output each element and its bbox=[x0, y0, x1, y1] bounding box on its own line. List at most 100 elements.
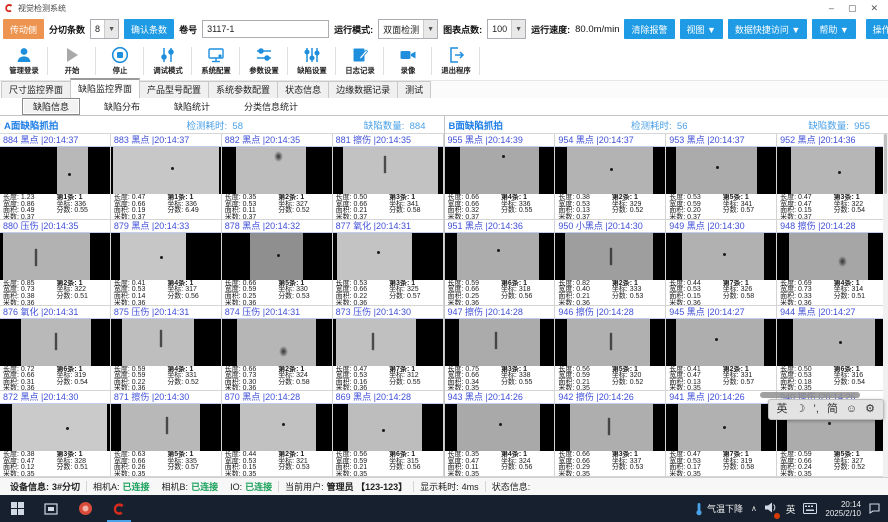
defect-cell[interactable]: 882 黑点 |20:14:35长度: 0.35宽度: 0.53面积: 0.11… bbox=[222, 134, 333, 220]
defect-cell[interactable]: 955 黑点 |20:14:39长度: 0.66宽度: 0.66面积: 0.32… bbox=[445, 134, 556, 220]
defect-cell[interactable]: 946 擦伤 |20:14:28长度: 0.56宽度: 0.59面积: 0.21… bbox=[555, 306, 666, 392]
touch-keyboard-icon[interactable] bbox=[803, 503, 817, 514]
start-button[interactable] bbox=[0, 495, 34, 522]
defect-cell[interactable]: 942 擦伤 |20:14:26长度: 0.66宽度: 0.66面积: 0.29… bbox=[555, 391, 666, 477]
main-tab-6[interactable]: 测试 bbox=[397, 81, 431, 98]
drive-side-button[interactable]: 传动侧 bbox=[3, 19, 44, 39]
ime-moon-icon[interactable]: ☽ bbox=[796, 400, 806, 419]
ime-toolbar[interactable]: 英 ☽ ’, 简 ☺ ⚙ bbox=[768, 399, 884, 420]
clock[interactable]: 20:142025/2/10 bbox=[825, 500, 861, 518]
defect-image bbox=[445, 319, 555, 366]
defect-cell[interactable]: 948 擦伤 |20:14:28长度: 0.69宽度: 0.73面积: 0.33… bbox=[777, 220, 888, 306]
defect-cell[interactable]: 877 氧化 |20:14:31长度: 0.53宽度: 0.66面积: 0.22… bbox=[333, 220, 444, 306]
defect-cell[interactable]: 880 压伤 |20:14:35长度: 0.85宽度: 0.73面积: 0.38… bbox=[0, 220, 111, 306]
param-settings-button[interactable]: 参数设置 bbox=[240, 42, 287, 80]
panel-b-title: B面缺陷抓拍 bbox=[445, 118, 599, 132]
start-button[interactable]: 开始 bbox=[48, 42, 95, 80]
defect-cell[interactable]: 953 黑点 |20:14:37长度: 0.53宽度: 0.59面积: 0.20… bbox=[666, 134, 777, 220]
ime-settings-icon[interactable]: ⚙ bbox=[865, 400, 875, 419]
minimize-button[interactable]: – bbox=[829, 0, 834, 16]
defect-cell[interactable]: 870 黑点 |20:14:28长度: 0.44宽度: 0.53面积: 0.15… bbox=[222, 391, 333, 477]
defect-image bbox=[555, 319, 665, 366]
view-menu-button[interactable]: 视图 ▼ bbox=[680, 19, 723, 39]
icon-toolbar-label: 系统配置 bbox=[201, 65, 230, 75]
operator-side-button[interactable]: 操作侧 bbox=[866, 19, 888, 39]
defect-cell[interactable]: 945 黑点 |20:14:27长度: 0.41宽度: 0.47面积: 0.13… bbox=[666, 306, 777, 392]
exit-button[interactable]: 退出程序 bbox=[432, 42, 479, 80]
defect-cell[interactable]: 950 小黑点 |20:14:30长度: 0.82宽度: 0.40面积: 0.2… bbox=[555, 220, 666, 306]
main-tab-0[interactable]: 尺寸监控界面 bbox=[1, 81, 71, 98]
meta-score: 分数: 6.49 bbox=[167, 208, 220, 215]
defect-mark bbox=[160, 330, 162, 347]
defect-cell[interactable]: 944 黑点 |20:14:27长度: 0.50宽度: 0.53面积: 0.18… bbox=[777, 306, 888, 392]
defect-cell[interactable]: 873 压伤 |20:14:30长度: 0.47宽度: 0.53面积: 0.16… bbox=[333, 306, 444, 392]
help-menu-button[interactable]: 帮助 ▼ bbox=[812, 19, 855, 39]
clear-alarm-button[interactable]: 清除报警 bbox=[624, 19, 674, 39]
system-config-button[interactable]: 系统配置 bbox=[192, 42, 239, 80]
meta-score: 分数: 0.53 bbox=[278, 465, 331, 472]
input-language-indicator[interactable]: 英 bbox=[786, 502, 796, 516]
defect-cell[interactable]: 954 黑点 |20:14:37长度: 0.38宽度: 0.53面积: 0.13… bbox=[555, 134, 666, 220]
task-view-button[interactable] bbox=[34, 495, 68, 522]
browser-app-icon[interactable] bbox=[68, 495, 102, 522]
defect-cell[interactable]: 876 氧化 |20:14:31长度: 0.72宽度: 0.66面积: 0.31… bbox=[0, 306, 111, 392]
inspection-app-icon[interactable] bbox=[102, 495, 136, 522]
horizontal-scrollbar-thumb[interactable] bbox=[760, 392, 860, 398]
defect-cell[interactable]: 943 黑点 |20:14:26长度: 0.35宽度: 0.47面积: 0.11… bbox=[445, 391, 556, 477]
defect-settings-button[interactable]: 缺陷设置 bbox=[288, 42, 335, 80]
main-tab-2[interactable]: 产品型号配置 bbox=[139, 81, 209, 98]
slit-count-select[interactable]: 8 ▼ bbox=[90, 19, 119, 39]
defect-cell[interactable]: 875 压伤 |20:14:31长度: 0.59宽度: 0.59面积: 0.22… bbox=[111, 306, 222, 392]
main-tab-1[interactable]: 缺陷监控界面 bbox=[70, 78, 140, 98]
defect-cell[interactable]: 949 黑点 |20:14:30长度: 0.44宽度: 0.53面积: 0.15… bbox=[666, 220, 777, 306]
defect-cell[interactable]: 878 黑点 |20:14:32长度: 0.66宽度: 0.59面积: 0.25… bbox=[222, 220, 333, 306]
defect-cell-header: 954 黑点 |20:14:37 bbox=[555, 134, 665, 147]
defect-cell[interactable]: 874 压伤 |20:14:31长度: 0.66宽度: 0.73面积: 0.30… bbox=[222, 306, 333, 392]
ime-simplified-toggle[interactable]: 简 bbox=[827, 400, 838, 419]
defect-cell[interactable]: 869 黑点 |20:14:28长度: 0.56宽度: 0.59面积: 0.21… bbox=[333, 391, 444, 477]
tray-expand-button[interactable]: ∧ bbox=[751, 504, 757, 513]
sub-tab-2[interactable]: 缺陷统计 bbox=[164, 99, 220, 114]
defect-cell[interactable]: 881 擦伤 |20:14:35长度: 0.50宽度: 0.66面积: 0.21… bbox=[333, 134, 444, 220]
panel-side-a: A面缺陷抓拍 检测耗时: 58 缺陷数量: 884 884 黑点 |20:14:… bbox=[0, 116, 444, 477]
ime-punct-toggle[interactable]: ’, bbox=[813, 400, 819, 419]
panel-a-elapsed: 检测耗时: 58 bbox=[154, 118, 276, 132]
ime-emoji-icon[interactable]: ☺ bbox=[846, 400, 857, 419]
defect-cell[interactable]: 871 擦伤 |20:14:30长度: 0.63宽度: 0.66面积: 0.26… bbox=[111, 391, 222, 477]
defect-mark bbox=[610, 333, 612, 350]
sub-tab-3[interactable]: 分类信息统计 bbox=[234, 99, 308, 114]
vertical-scrollbar[interactable] bbox=[883, 134, 888, 477]
defect-cell[interactable]: 884 黑点 |20:14:37长度: 1.23宽度: 0.86面积: 0.49… bbox=[0, 134, 111, 220]
roll-number-input[interactable] bbox=[202, 20, 329, 38]
stop-button[interactable]: 停止 bbox=[96, 42, 143, 80]
record-button[interactable]: 录像 bbox=[384, 42, 431, 80]
weather-widget[interactable]: 气温下降 bbox=[695, 502, 743, 516]
notification-center-icon[interactable] bbox=[869, 503, 882, 515]
defect-meta: 长度: 0.82宽度: 0.40面积: 0.21米数: 0.36第2条: 1坐标… bbox=[555, 280, 665, 305]
defect-meta: 长度: 0.44宽度: 0.53面积: 0.15米数: 0.36第7条: 1坐标… bbox=[666, 280, 776, 305]
main-tab-5[interactable]: 边缘数据记录 bbox=[328, 81, 398, 98]
confirm-count-button[interactable]: 确认条数 bbox=[124, 19, 174, 39]
defect-cell[interactable]: 883 黑点 |20:14:37长度: 0.47宽度: 0.66面积: 0.19… bbox=[111, 134, 222, 220]
defect-cell[interactable]: 879 黑点 |20:14:33长度: 0.41宽度: 0.53面积: 0.14… bbox=[111, 220, 222, 306]
ime-lang-toggle[interactable]: 英 bbox=[777, 400, 788, 419]
log-button[interactable]: 日志记录 bbox=[336, 42, 383, 80]
defect-cell-header: 944 黑点 |20:14:27 bbox=[777, 306, 887, 319]
run-mode-select[interactable]: 双面检测 ▼ bbox=[378, 19, 438, 39]
data-access-menu-button[interactable]: 数据快捷访问 ▼ bbox=[728, 19, 807, 39]
defect-cell[interactable]: 952 黑点 |20:14:36长度: 0.47宽度: 0.47面积: 0.15… bbox=[777, 134, 888, 220]
debug-mode-button[interactable]: 调试模式 bbox=[144, 42, 191, 80]
defect-cell[interactable]: 951 黑点 |20:14:36长度: 0.59宽度: 0.66面积: 0.25… bbox=[445, 220, 556, 306]
sub-tab-0[interactable]: 缺陷信息 bbox=[22, 98, 80, 115]
main-tab-4[interactable]: 状态信息 bbox=[277, 81, 329, 98]
main-tab-3[interactable]: 系统参数配置 bbox=[208, 81, 278, 98]
close-button[interactable]: ✕ bbox=[870, 0, 878, 16]
maximize-button[interactable]: ▢ bbox=[848, 0, 857, 16]
defect-cell[interactable]: 941 黑点 |20:14:26长度: 0.47宽度: 0.53面积: 0.17… bbox=[666, 391, 777, 477]
sub-tab-1[interactable]: 缺陷分布 bbox=[94, 99, 150, 114]
volume-icon[interactable] bbox=[765, 500, 778, 518]
defect-cell[interactable]: 947 擦伤 |20:14:28长度: 0.75宽度: 0.66面积: 0.34… bbox=[445, 306, 556, 392]
defect-cell[interactable]: 872 黑点 |20:14:30长度: 0.38宽度: 0.47面积: 0.12… bbox=[0, 391, 111, 477]
chart-points-select[interactable]: 100 ▼ bbox=[487, 19, 526, 39]
login-button[interactable]: 管理登录 bbox=[0, 42, 47, 80]
